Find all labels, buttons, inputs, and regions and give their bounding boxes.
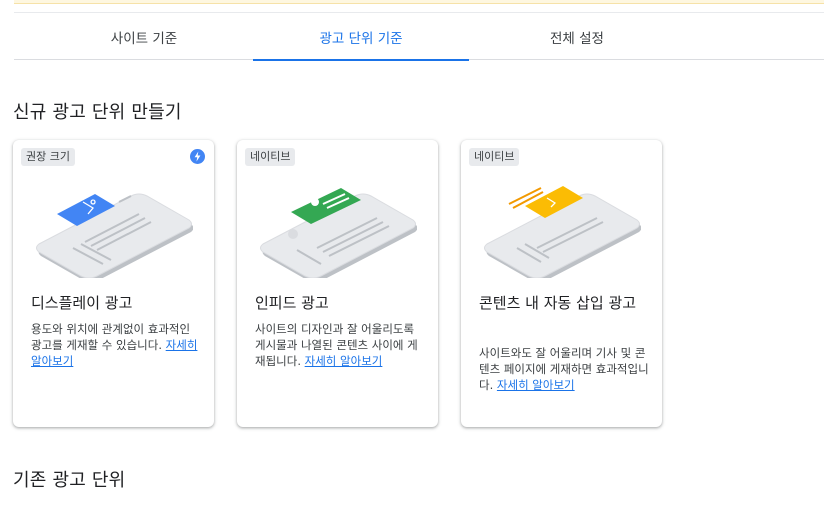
in-article-ads-card[interactable]: 네이티브 콘텐츠 내 자동 삽입 광고 사이트와도 잘 어울리며 기사 및 콘텐…: [461, 140, 662, 427]
learn-more-link[interactable]: 자세히 알아보기: [497, 378, 575, 392]
native-chip: 네이티브: [245, 148, 296, 166]
display-ad-illustration: [36, 193, 193, 278]
recommended-size-chip: 권장 크기: [21, 148, 75, 166]
new-ad-unit-heading: 신규 광고 단위 만들기: [13, 102, 182, 123]
card-title: 인피드 광고: [255, 294, 329, 312]
tab-bar: 사이트 기준 광고 단위 기준 전체 설정: [14, 12, 824, 61]
card-title: 디스플레이 광고: [31, 294, 133, 312]
learn-more-link[interactable]: 자세히 알아보기: [305, 354, 383, 368]
card-description: 사이트와도 잘 어울리며 기사 및 콘텐츠 페이지에 게재하면 효과적입니다. …: [479, 346, 649, 392]
in-feed-ad-illustration: [260, 188, 417, 278]
card-title: 콘텐츠 내 자동 삽입 광고: [479, 294, 637, 312]
display-ads-card[interactable]: 권장 크기 디스플레이 광고 용도와 위치에 관계없이 효과적인 광고를 게재할…: [13, 140, 214, 427]
card-description: 사이트의 디자인과 잘 어울리도록 게시물과 나열된 콘텐츠 사이에 게재됩니다…: [255, 322, 418, 368]
card-description: 용도와 위치에 관계없이 효과적인 광고를 게재할 수 있습니다. 자세히 알아…: [31, 322, 198, 368]
in-article-ad-illustration: [484, 186, 641, 278]
lightning-bolt-icon: [190, 149, 205, 164]
notification-banner: [14, 0, 824, 4]
tab-by-ad-unit[interactable]: 광고 단위 기준: [253, 13, 469, 61]
existing-ad-unit-heading: 기존 광고 단위: [13, 470, 126, 491]
tab-global-settings[interactable]: 전체 설정: [469, 13, 685, 60]
tab-by-site[interactable]: 사이트 기준: [36, 13, 252, 60]
in-feed-ads-card[interactable]: 네이티브 인피드 광고 사이트의 디자인과 잘 어울리도록 게시물과 나열된 콘…: [237, 140, 438, 427]
native-chip: 네이티브: [469, 148, 520, 166]
